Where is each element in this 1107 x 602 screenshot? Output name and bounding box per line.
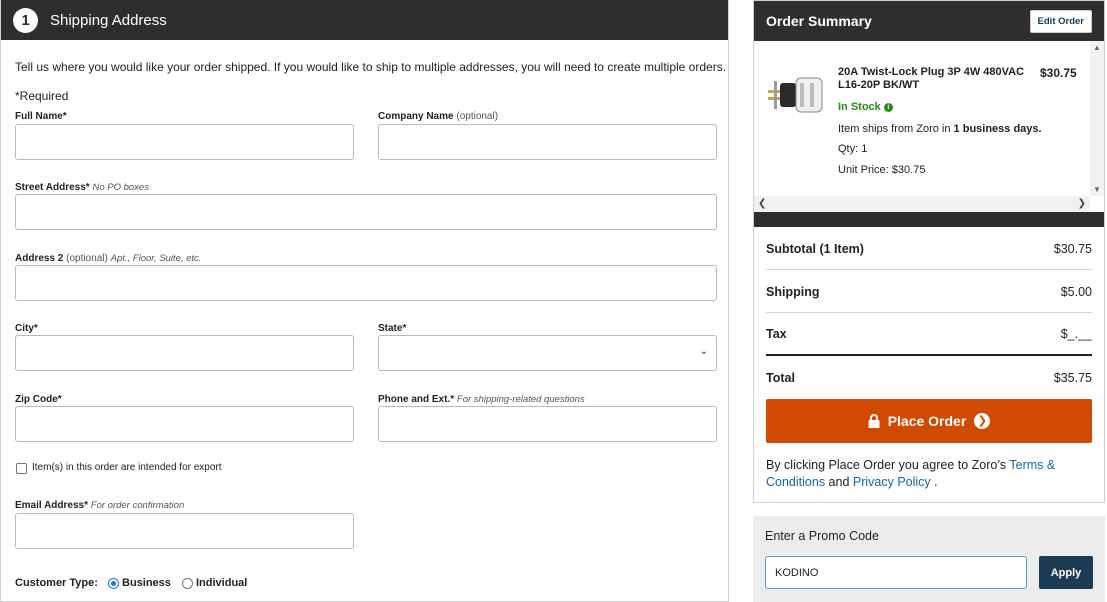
- phone-label-text: Phone and Ext.*: [378, 394, 455, 405]
- tax-label: Tax: [766, 327, 787, 341]
- divider: [766, 312, 1092, 313]
- export-label: Item(s) in this order are intended for e…: [32, 462, 222, 473]
- tax-value: $_.__: [1060, 327, 1092, 341]
- scroll-down-icon[interactable]: ▼: [1093, 185, 1101, 194]
- scroll-left-icon[interactable]: ❮: [758, 198, 766, 209]
- privacy-link[interactable]: Privacy Policy: [853, 475, 931, 489]
- shipping-title: Shipping Address: [50, 11, 167, 29]
- customer-type-individual-label: Individual: [196, 577, 248, 589]
- vertical-scrollbar[interactable]: ▲ ▼: [1090, 41, 1104, 196]
- customer-type-individual-radio[interactable]: [182, 578, 193, 589]
- horizontal-scrollbar[interactable]: ❮ ❯: [754, 196, 1090, 212]
- info-icon[interactable]: i: [883, 103, 893, 112]
- address2-hint: Apt., Floor, Suite, etc.: [110, 253, 202, 264]
- order-item: 20A Twist-Lock Plug 3P 4W 480VAC L16-20P…: [754, 41, 1104, 212]
- place-order-button[interactable]: Place Order ❯: [766, 399, 1092, 443]
- zip-input[interactable]: [15, 406, 354, 442]
- city-label: City*: [15, 323, 38, 334]
- arrow-right-circle-icon: ❯: [974, 413, 991, 429]
- summary-divider-bar: [754, 212, 1104, 227]
- stock-status: In Stock i: [838, 101, 893, 113]
- shipping-label: Shipping: [766, 285, 820, 299]
- state-select[interactable]: ⌄: [378, 335, 717, 371]
- state-label: State*: [378, 323, 407, 334]
- zip-label: Zip Code*: [15, 394, 62, 405]
- total-row: Total $35.75: [766, 371, 1092, 385]
- phone-hint: For shipping-related questions: [456, 394, 585, 405]
- phone-label: Phone and Ext.* For shipping-related que…: [378, 394, 585, 405]
- chevron-down-icon: ⌄: [699, 346, 708, 357]
- item-name[interactable]: 20A Twist-Lock Plug 3P 4W 480VAC L16-20P…: [838, 66, 1033, 92]
- shipping-row: Shipping $5.00: [766, 285, 1092, 299]
- item-qty: Qty: 1: [838, 143, 868, 155]
- email-input[interactable]: [15, 513, 354, 549]
- shipping-header: 1 Shipping Address: [1, 0, 728, 40]
- email-label: Email Address* For order confirmation: [15, 500, 184, 511]
- city-input[interactable]: [15, 335, 354, 371]
- address2-optional-text: (optional): [66, 253, 108, 264]
- full-name-label: Full Name*: [15, 111, 67, 122]
- ships-days: 1 business days.: [953, 123, 1042, 135]
- street-hint: No PO boxes: [92, 182, 149, 193]
- address2-label-text: Address 2: [15, 253, 64, 264]
- terms-prefix: By clicking Place Order you agree to Zor…: [766, 458, 1010, 472]
- address2-label: Address 2 (optional) Apt., Floor, Suite,…: [15, 253, 201, 264]
- subtotal-row: Subtotal (1 Item) $30.75: [766, 242, 1092, 256]
- tax-row: Tax $_.__: [766, 327, 1092, 341]
- full-name-input[interactable]: [15, 124, 354, 160]
- email-hint: For order confirmation: [90, 500, 185, 511]
- total-value: $35.75: [1053, 371, 1092, 385]
- terms-notice: By clicking Place Order you agree to Zor…: [766, 457, 1092, 491]
- item-price: $30.75: [1040, 66, 1077, 80]
- total-label: Total: [766, 371, 795, 385]
- street-input[interactable]: [15, 194, 717, 230]
- scroll-up-icon[interactable]: ▲: [1093, 43, 1101, 52]
- phone-input[interactable]: [378, 406, 717, 442]
- order-summary-header: Order Summary Edit Order: [754, 1, 1104, 41]
- export-checkbox[interactable]: [16, 463, 27, 474]
- promo-code-label: Enter a Promo Code: [765, 529, 879, 543]
- product-thumbnail: [768, 77, 823, 113]
- full-name-label-text: Full Name*: [15, 111, 67, 122]
- company-label-text: Company Name: [378, 111, 454, 122]
- shipping-value: $5.00: [1060, 285, 1092, 299]
- item-unit-price: Unit Price: $30.75: [838, 164, 926, 176]
- email-label-text: Email Address*: [15, 500, 88, 511]
- promo-code-section: Enter a Promo Code Apply: [753, 516, 1105, 602]
- promo-code-input[interactable]: [765, 556, 1027, 589]
- customer-type-business-radio[interactable]: [108, 578, 119, 589]
- required-note: *Required: [15, 89, 69, 103]
- street-label-text: Street Address*: [15, 182, 90, 193]
- divider: [766, 269, 1092, 270]
- subtotal-value: $30.75: [1053, 242, 1092, 256]
- shipping-address-panel: 1 Shipping Address Tell us where you wou…: [0, 0, 729, 602]
- lock-icon: [868, 414, 880, 428]
- company-optional-text: (optional): [456, 111, 499, 122]
- company-input[interactable]: [378, 124, 717, 160]
- customer-type-business-label: Business: [122, 577, 171, 589]
- scroll-right-icon[interactable]: ❯: [1078, 198, 1086, 209]
- total-divider: [766, 354, 1092, 356]
- subtotal-label: Subtotal (1 Item): [766, 242, 864, 256]
- address2-input[interactable]: [15, 265, 717, 301]
- order-summary-panel: Order Summary Edit Order 20A Twist-Lock …: [753, 0, 1105, 503]
- terms-and: and: [825, 475, 853, 489]
- order-summary-title: Order Summary: [766, 13, 872, 29]
- ships-info: Item ships from Zoro in 1 business days.: [838, 123, 1042, 135]
- shipping-intro: Tell us where you would like your order …: [15, 60, 727, 74]
- place-order-label: Place Order: [887, 413, 967, 429]
- stock-status-text: In Stock: [838, 101, 881, 113]
- company-label: Company Name (optional): [378, 111, 498, 122]
- apply-promo-button[interactable]: Apply: [1039, 556, 1093, 589]
- terms-suffix: .: [930, 475, 938, 489]
- edit-order-button[interactable]: Edit Order: [1029, 9, 1092, 33]
- street-label: Street Address* No PO boxes: [15, 182, 149, 193]
- customer-type-label: Customer Type:: [15, 577, 98, 589]
- ships-prefix: Item ships from Zoro in: [838, 123, 954, 135]
- step-number-badge: 1: [13, 7, 38, 33]
